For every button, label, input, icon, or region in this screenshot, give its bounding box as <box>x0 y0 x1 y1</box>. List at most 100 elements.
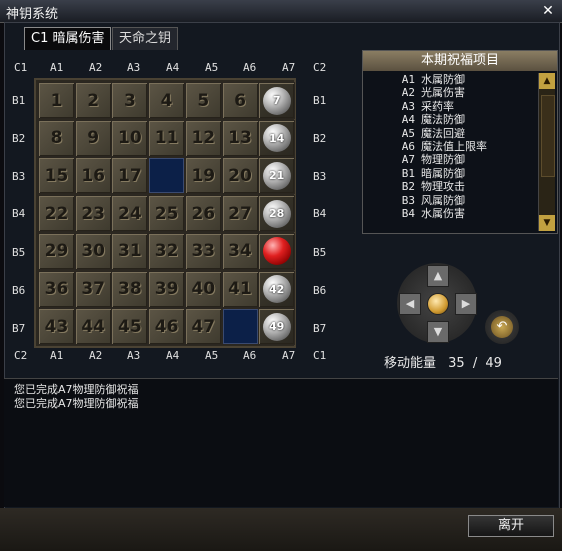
scroll-up-icon[interactable]: ▲ <box>539 73 555 89</box>
board-cell[interactable]: 20 <box>221 157 259 195</box>
board-cell-orb[interactable]: 14 <box>258 119 296 157</box>
energy-display: 移动能量 35 / 49 <box>384 352 502 371</box>
board-cell[interactable]: 16 <box>74 157 112 195</box>
title-bar: 神钥系统 ✕ <box>0 0 562 23</box>
board-cell[interactable]: 12 <box>184 119 222 157</box>
blessing-item[interactable]: A7 物理防御 <box>371 153 531 166</box>
board-cell[interactable]: 30 <box>74 232 112 270</box>
board-cell[interactable]: 40 <box>184 270 222 308</box>
up-arrow-icon[interactable]: ▲ <box>427 265 449 287</box>
board-cell[interactable]: 9 <box>74 119 112 157</box>
row-label-left: B7 <box>12 322 26 335</box>
blessing-item[interactable]: A4 魔法防御 <box>371 113 531 126</box>
board-cell-orb[interactable]: 7 <box>258 82 296 119</box>
silver-orb-icon: 28 <box>262 199 291 228</box>
board-cell[interactable]: 8 <box>38 119 75 157</box>
board-cell[interactable]: 33 <box>184 232 222 270</box>
board-cell[interactable]: 24 <box>111 195 149 233</box>
board-cell[interactable]: 1 <box>38 82 75 119</box>
column-label-bottom: A7 <box>282 349 296 362</box>
corner-label: C2 <box>313 61 327 74</box>
board-cell[interactable]: 23 <box>74 195 112 233</box>
blessing-name: 暗属防御 <box>421 166 465 180</box>
board-cell[interactable]: 6 <box>221 82 259 119</box>
board-cell-orb[interactable]: 28 <box>258 195 296 233</box>
board-cell[interactable]: 44 <box>74 308 112 346</box>
row-label-right: B5 <box>313 246 327 259</box>
blessing-item[interactable]: A1 水属防御 <box>371 73 531 86</box>
board-cell[interactable]: 3 <box>111 82 149 119</box>
board-cell-orb[interactable]: 21 <box>258 157 296 195</box>
board-cell[interactable]: 25 <box>148 195 186 233</box>
board-cell[interactable]: 45 <box>111 308 149 346</box>
blessing-item[interactable]: A5 魔法回避 <box>371 127 531 140</box>
right-arrow-icon[interactable]: ▶ <box>455 293 477 315</box>
board-cell[interactable]: 26 <box>184 195 222 233</box>
scroll-down-icon[interactable]: ▼ <box>539 215 555 231</box>
blessing-code: A6 <box>401 140 415 154</box>
board-cell-red-orb[interactable] <box>258 232 296 270</box>
scroll-thumb[interactable] <box>541 95 555 177</box>
tab-destiny-key[interactable]: 天命之钥 <box>112 27 179 50</box>
board-cell-orb[interactable]: 42 <box>258 270 296 308</box>
blessing-name: 光属伤害 <box>421 86 465 100</box>
center-confirm-icon[interactable] <box>427 293 449 315</box>
direction-pad: ▲ ▼ ◀ ▶ ↶ <box>397 263 521 344</box>
silver-orb-icon: 14 <box>262 124 291 153</box>
silver-orb-icon: 49 <box>262 312 291 341</box>
board-cell[interactable]: 15 <box>38 157 75 195</box>
tab-dark-damage[interactable]: C1 暗属伤害 <box>24 27 112 50</box>
board-cell[interactable]: 34 <box>221 232 259 270</box>
board-cell[interactable]: 39 <box>148 270 186 308</box>
board-cell[interactable]: 46 <box>148 308 186 346</box>
board-cell[interactable]: 37 <box>74 270 112 308</box>
blessing-code: A1 <box>401 73 415 86</box>
board-cell-orb[interactable]: 49 <box>258 308 296 346</box>
down-arrow-icon[interactable]: ▼ <box>427 321 449 343</box>
close-icon[interactable]: ✕ <box>540 3 556 19</box>
blessing-item[interactable]: B3 风属防御 <box>371 194 531 207</box>
blessing-name: 物理攻击 <box>421 180 465 194</box>
undo-icon[interactable]: ↶ <box>491 316 513 338</box>
blessing-item[interactable]: B1 暗属防御 <box>371 167 531 180</box>
board-cell[interactable]: 43 <box>38 308 75 346</box>
board-cell[interactable]: 27 <box>221 195 259 233</box>
blessing-code: B4 <box>401 207 415 221</box>
log-line: 您已完成A7物理防御祝福 <box>14 397 139 410</box>
board-cell[interactable]: 31 <box>111 232 149 270</box>
board-cell[interactable]: 13 <box>221 119 259 157</box>
blessing-item[interactable]: B4 水属伤害 <box>371 207 531 220</box>
board-cell-empty[interactable] <box>221 308 259 346</box>
board-cell[interactable]: 11 <box>148 119 186 157</box>
energy-separator: / <box>472 356 478 371</box>
board-cell[interactable]: 10 <box>111 119 149 157</box>
column-label-top: A3 <box>127 61 141 74</box>
board-cell[interactable]: 36 <box>38 270 75 308</box>
blessing-scrollbar[interactable]: ▲ ▼ <box>538 73 555 231</box>
board-cell[interactable]: 41 <box>221 270 259 308</box>
board-cell[interactable]: 38 <box>111 270 149 308</box>
blessing-name: 魔法值上限率 <box>421 140 487 154</box>
row-label-left: B2 <box>12 132 26 145</box>
corner-label: C1 <box>313 349 327 362</box>
blessing-item[interactable]: A3 采药率 <box>371 100 531 113</box>
board-cell[interactable]: 19 <box>184 157 222 195</box>
row-label-left: B5 <box>12 246 26 259</box>
board-cell[interactable]: 4 <box>148 82 186 119</box>
row-label-left: B3 <box>12 170 26 183</box>
board-cell[interactable]: 29 <box>38 232 75 270</box>
blessing-item[interactable]: A2 光属伤害 <box>371 86 531 99</box>
board-cell[interactable]: 2 <box>74 82 112 119</box>
column-label-top: A2 <box>89 61 103 74</box>
board-cell-empty[interactable] <box>148 157 186 195</box>
board-cell[interactable]: 5 <box>184 82 222 119</box>
left-arrow-icon[interactable]: ◀ <box>399 293 421 315</box>
blessing-item[interactable]: A6 魔法值上限率 <box>371 140 531 153</box>
board-cell[interactable]: 47 <box>184 308 222 346</box>
leave-button[interactable]: 离开 <box>468 515 554 537</box>
board-cell[interactable]: 22 <box>38 195 75 233</box>
blessing-item[interactable]: B2 物理攻击 <box>371 180 531 193</box>
board-cell[interactable]: 32 <box>148 232 186 270</box>
window-title: 神钥系统 <box>6 7 59 22</box>
board-cell[interactable]: 17 <box>111 157 149 195</box>
